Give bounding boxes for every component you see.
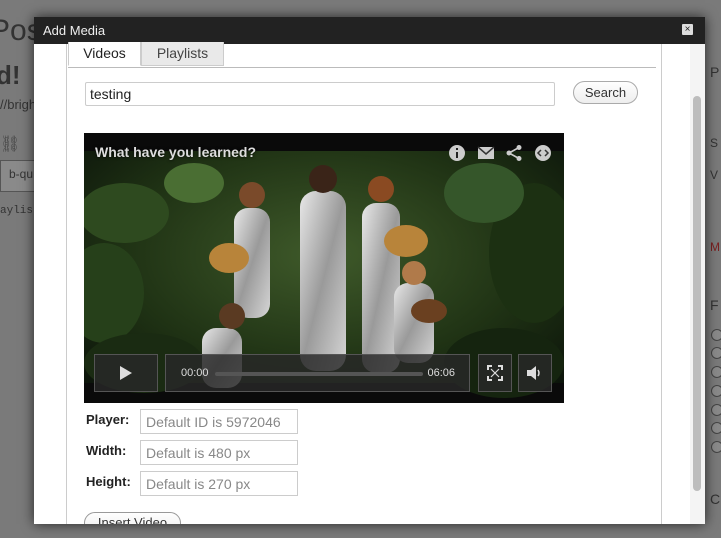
modal-header: Add Media ×	[34, 17, 705, 44]
player-controls: 00:00 06:06	[94, 354, 554, 392]
height-field[interactable]	[140, 471, 298, 496]
search-button[interactable]: Search	[573, 81, 638, 104]
player-id-field[interactable]	[140, 409, 298, 434]
width-label: Width:	[86, 443, 127, 458]
bg-code: aylis	[0, 205, 34, 217]
play-icon	[120, 366, 132, 380]
modal-body: Videos Playlists Search	[34, 42, 705, 524]
bg-radio	[711, 422, 721, 434]
search-input[interactable]	[85, 82, 555, 106]
video-title: What have you learned?	[95, 144, 257, 160]
volume-button[interactable]	[518, 354, 552, 392]
play-button[interactable]	[94, 354, 158, 392]
embed-icon[interactable]	[534, 144, 552, 162]
modal-scrollbar[interactable]	[690, 44, 705, 524]
volume-icon	[527, 366, 540, 380]
bg-radio	[711, 366, 721, 378]
bg-url: //brigh	[0, 97, 37, 112]
info-icon[interactable]	[448, 144, 466, 162]
insert-video-button[interactable]: Insert Video	[84, 512, 181, 524]
video-player[interactable]: What have you learned? 00:00 06:06	[84, 133, 564, 403]
timeline: 00:00 06:06	[165, 354, 470, 392]
fullscreen-icon	[487, 365, 503, 381]
bg-right-column: P S V M F C	[710, 64, 721, 507]
bg-radio	[711, 329, 721, 341]
bg-radio	[711, 441, 721, 453]
player-label: Player:	[86, 412, 130, 427]
tab-playlists[interactable]: Playlists	[141, 42, 224, 66]
width-field[interactable]	[140, 440, 298, 465]
close-icon[interactable]: ×	[682, 24, 693, 35]
player-top-icons	[441, 144, 552, 162]
seek-bar[interactable]	[215, 372, 423, 376]
scroll-thumb[interactable]	[693, 96, 701, 491]
bg-radio	[711, 347, 721, 359]
current-time: 00:00	[181, 367, 209, 379]
tab-bar: Videos Playlists	[68, 42, 656, 68]
bg-heading: d!	[0, 60, 21, 90]
fullscreen-button[interactable]	[478, 354, 512, 392]
email-icon[interactable]	[477, 144, 495, 162]
bg-radio	[711, 385, 721, 397]
bg-link-icon: ⛓	[0, 136, 21, 153]
duration: 06:06	[427, 367, 455, 379]
share-icon[interactable]	[505, 144, 523, 162]
tab-videos[interactable]: Videos	[68, 42, 141, 66]
add-media-modal: Add Media × Videos Playlists Search	[34, 17, 705, 524]
modal-title: Add Media	[43, 23, 106, 38]
height-label: Height:	[86, 474, 131, 489]
bg-radio	[711, 404, 721, 416]
